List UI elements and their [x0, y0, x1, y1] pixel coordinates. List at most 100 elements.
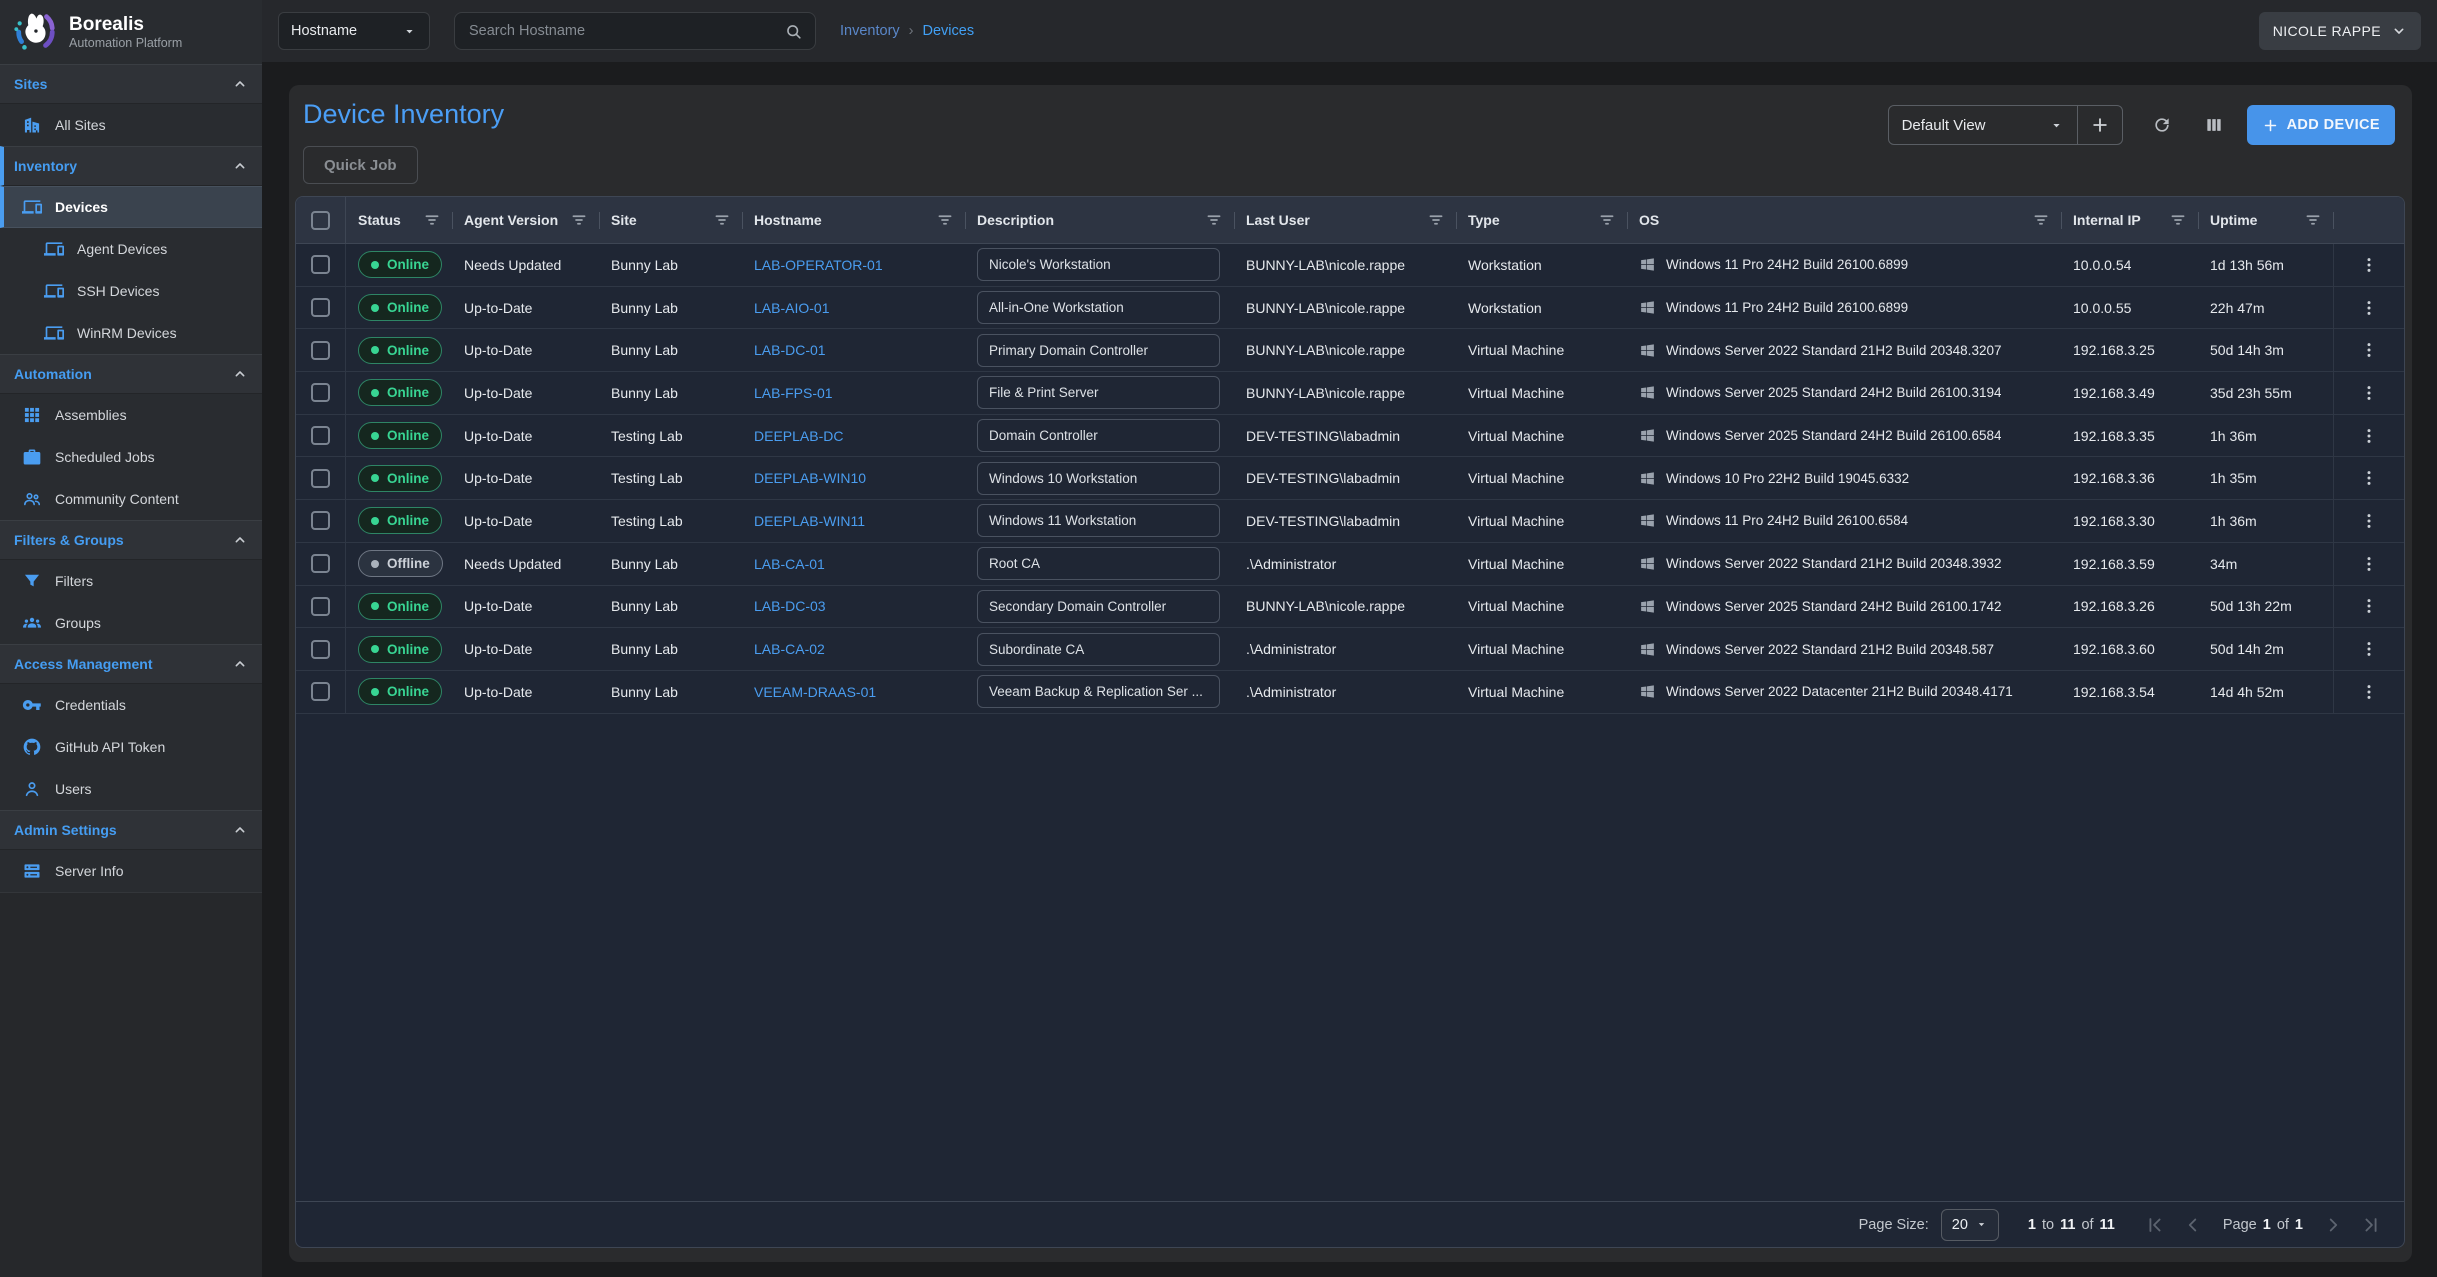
- hostname-link[interactable]: LAB-CA-02: [754, 641, 825, 657]
- column-header-internal-ip[interactable]: Internal IP: [2061, 197, 2198, 243]
- hostname-link[interactable]: DEEPLAB-DC: [754, 428, 843, 444]
- sidebar-item-community-content[interactable]: Community Content: [0, 478, 262, 520]
- row-actions-kebab-icon[interactable]: [2359, 468, 2379, 488]
- breadcrumb-inventory[interactable]: Inventory: [840, 23, 900, 39]
- sidebar-item-ssh-devices[interactable]: SSH Devices: [0, 270, 262, 312]
- row-checkbox[interactable]: [311, 383, 330, 402]
- row-actions-kebab-icon[interactable]: [2359, 426, 2379, 446]
- brand-block[interactable]: Borealis Automation Platform: [0, 0, 262, 64]
- column-header-type[interactable]: Type: [1456, 197, 1627, 243]
- column-header-site[interactable]: Site: [599, 197, 742, 243]
- row-checkbox[interactable]: [311, 640, 330, 659]
- sidebar-item-winrm-devices[interactable]: WinRM Devices: [0, 312, 262, 354]
- description-field[interactable]: Secondary Domain Controller: [977, 590, 1220, 623]
- hostname-link[interactable]: LAB-DC-03: [754, 598, 826, 614]
- search-input[interactable]: [467, 22, 776, 40]
- description-field[interactable]: Subordinate CA: [977, 633, 1220, 666]
- row-actions-kebab-icon[interactable]: [2359, 255, 2379, 275]
- sidebar-item-filters[interactable]: Filters: [0, 560, 262, 602]
- column-header-hostname[interactable]: Hostname: [742, 197, 965, 243]
- first-page-button[interactable]: [2144, 1214, 2166, 1236]
- description-field[interactable]: Windows 10 Workstation: [977, 462, 1220, 495]
- sidebar-item-credentials[interactable]: Credentials: [0, 684, 262, 726]
- description-field[interactable]: Domain Controller: [977, 419, 1220, 452]
- prev-page-button[interactable]: [2182, 1214, 2204, 1236]
- sidebar-item-users[interactable]: Users: [0, 768, 262, 810]
- column-header-last-user[interactable]: Last User: [1234, 197, 1456, 243]
- add-device-button[interactable]: ADD DEVICE: [2247, 105, 2395, 145]
- sidebar-item-devices[interactable]: Devices: [0, 186, 262, 228]
- description-field[interactable]: Veeam Backup & Replication Ser ...: [977, 675, 1220, 708]
- breadcrumb-devices[interactable]: Devices: [923, 23, 975, 39]
- add-view-button[interactable]: [2078, 106, 2122, 144]
- row-checkbox[interactable]: [311, 682, 330, 701]
- hostname-link[interactable]: LAB-FPS-01: [754, 385, 833, 401]
- sidebar-item-groups[interactable]: Groups: [0, 602, 262, 644]
- filter-list-icon[interactable]: [423, 211, 441, 229]
- filter-list-icon[interactable]: [2169, 211, 2187, 229]
- column-header-os[interactable]: OS: [1627, 197, 2061, 243]
- hostname-link[interactable]: VEEAM-DRAAS-01: [754, 684, 876, 700]
- sidebar-section-inventory[interactable]: Inventory: [0, 146, 262, 186]
- hostname-link[interactable]: DEEPLAB-WIN10: [754, 470, 866, 486]
- description-field[interactable]: All-in-One Workstation: [977, 291, 1220, 324]
- row-actions-kebab-icon[interactable]: [2359, 682, 2379, 702]
- hostname-link[interactable]: LAB-OPERATOR-01: [754, 257, 883, 273]
- filter-list-icon[interactable]: [570, 211, 588, 229]
- description-field[interactable]: Windows 11 Workstation: [977, 504, 1220, 537]
- sidebar-item-github-api-token[interactable]: GitHub API Token: [0, 726, 262, 768]
- row-actions-kebab-icon[interactable]: [2359, 511, 2379, 531]
- row-checkbox[interactable]: [311, 469, 330, 488]
- row-checkbox[interactable]: [311, 511, 330, 530]
- sidebar-item-scheduled-jobs[interactable]: Scheduled Jobs: [0, 436, 262, 478]
- sidebar-item-all-sites[interactable]: All Sites: [0, 104, 262, 146]
- description-field[interactable]: Root CA: [977, 547, 1220, 580]
- filter-list-icon[interactable]: [1205, 211, 1223, 229]
- row-actions-kebab-icon[interactable]: [2359, 596, 2379, 616]
- row-actions-kebab-icon[interactable]: [2359, 383, 2379, 403]
- column-header-agent-version[interactable]: Agent Version: [452, 197, 599, 243]
- row-actions-kebab-icon[interactable]: [2359, 298, 2379, 318]
- filter-list-icon[interactable]: [1427, 211, 1445, 229]
- sidebar-item-assemblies[interactable]: Assemblies: [0, 394, 262, 436]
- column-header-status[interactable]: Status: [346, 197, 452, 243]
- sidebar-section-sites[interactable]: Sites: [0, 64, 262, 104]
- sidebar-item-agent-devices[interactable]: Agent Devices: [0, 228, 262, 270]
- row-checkbox[interactable]: [311, 341, 330, 360]
- columns-button[interactable]: [2195, 105, 2233, 145]
- select-all-checkbox[interactable]: [311, 211, 330, 230]
- hostname-link[interactable]: LAB-DC-01: [754, 342, 826, 358]
- next-page-button[interactable]: [2322, 1214, 2344, 1236]
- row-checkbox[interactable]: [311, 597, 330, 616]
- sidebar-item-server-info[interactable]: Server Info: [0, 850, 262, 892]
- description-field[interactable]: File & Print Server: [977, 376, 1220, 409]
- sidebar-section-automation[interactable]: Automation: [0, 354, 262, 394]
- column-header-description[interactable]: Description: [965, 197, 1234, 243]
- row-actions-kebab-icon[interactable]: [2359, 340, 2379, 360]
- refresh-button[interactable]: [2143, 105, 2181, 145]
- search-field-select[interactable]: Hostname: [278, 12, 430, 50]
- filter-list-icon[interactable]: [936, 211, 954, 229]
- hostname-link[interactable]: DEEPLAB-WIN11: [754, 513, 865, 529]
- filter-list-icon[interactable]: [2304, 211, 2322, 229]
- page-size-select[interactable]: 20: [1941, 1209, 1999, 1241]
- description-field[interactable]: Nicole's Workstation: [977, 248, 1220, 281]
- quick-job-button[interactable]: Quick Job: [303, 146, 418, 184]
- row-checkbox[interactable]: [311, 426, 330, 445]
- row-checkbox[interactable]: [311, 298, 330, 317]
- hostname-link[interactable]: LAB-AIO-01: [754, 300, 829, 316]
- description-field[interactable]: Primary Domain Controller: [977, 334, 1220, 367]
- filter-list-icon[interactable]: [1598, 211, 1616, 229]
- sidebar-section-access-management[interactable]: Access Management: [0, 644, 262, 684]
- row-actions-kebab-icon[interactable]: [2359, 554, 2379, 574]
- filter-list-icon[interactable]: [713, 211, 731, 229]
- column-header-uptime[interactable]: Uptime: [2198, 197, 2333, 243]
- filter-list-icon[interactable]: [2032, 211, 2050, 229]
- row-checkbox[interactable]: [311, 554, 330, 573]
- sidebar-section-filters-groups[interactable]: Filters & Groups: [0, 520, 262, 560]
- view-select[interactable]: Default View: [1889, 106, 2077, 144]
- user-menu-button[interactable]: NICOLE RAPPE: [2259, 12, 2421, 50]
- last-page-button[interactable]: [2360, 1214, 2382, 1236]
- row-checkbox[interactable]: [311, 255, 330, 274]
- sidebar-section-admin-settings[interactable]: Admin Settings: [0, 810, 262, 850]
